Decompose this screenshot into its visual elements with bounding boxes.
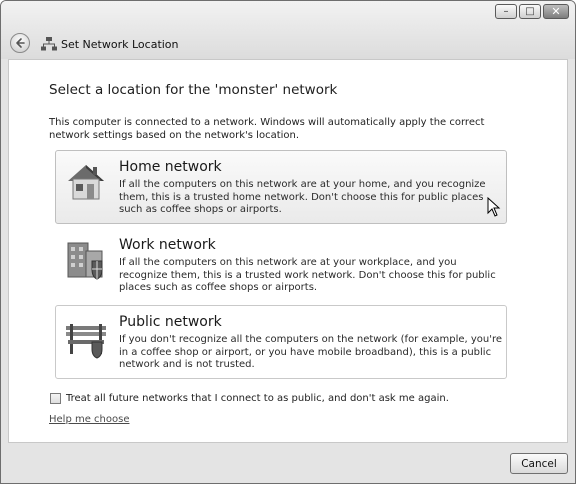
maximize-button[interactable]: □	[519, 4, 541, 19]
intro-text: This computer is connected to a network.…	[49, 117, 485, 141]
option-home-network[interactable]: Home network If all the computers on thi…	[55, 150, 507, 224]
network-icon	[41, 37, 57, 51]
option-work-network[interactable]: Work network If all the computers on thi…	[55, 228, 507, 302]
treat-public-checkbox-row[interactable]: Treat all future networks that I connect…	[50, 393, 449, 404]
window-controls: – □ ✕	[495, 4, 569, 19]
help-me-choose-link[interactable]: Help me choose	[49, 414, 129, 425]
treat-public-checkbox-label[interactable]: Treat all future networks that I connect…	[66, 393, 449, 404]
option-home-description: If all the computers on this network are…	[119, 179, 486, 215]
back-button[interactable]	[10, 33, 30, 53]
park-bench-icon	[66, 324, 106, 359]
minimize-button[interactable]: –	[495, 4, 517, 19]
title-bar: – □ ✕ Set Network Location	[1, 1, 575, 59]
option-public-network[interactable]: Public network If you don't recognize al…	[55, 305, 507, 379]
footer-bar: Cancel	[1, 443, 575, 483]
option-home-title: Home network	[119, 159, 222, 175]
window-title: Set Network Location	[61, 38, 179, 51]
option-public-description: If you don't recognize all the computers…	[119, 334, 503, 370]
mouse-cursor-icon	[487, 197, 501, 217]
maximize-icon: □	[525, 5, 535, 17]
treat-public-checkbox[interactable]	[50, 393, 61, 404]
office-building-icon	[67, 242, 103, 280]
cancel-button[interactable]: Cancel	[510, 453, 568, 474]
option-work-title: Work network	[119, 237, 216, 253]
dialog-window: – □ ✕ Set Network Location Select a loca…	[0, 0, 576, 484]
house-icon	[68, 165, 104, 200]
page-title: Select a location for the 'monster' netw…	[49, 82, 338, 98]
option-public-title: Public network	[119, 314, 222, 330]
close-button[interactable]: ✕	[543, 4, 569, 19]
back-arrow-icon	[16, 38, 25, 48]
option-work-description: If all the computers on this network are…	[119, 257, 496, 293]
close-icon: ✕	[551, 5, 561, 18]
content-panel: Select a location for the 'monster' netw…	[8, 59, 568, 443]
minimize-icon: –	[503, 5, 509, 17]
